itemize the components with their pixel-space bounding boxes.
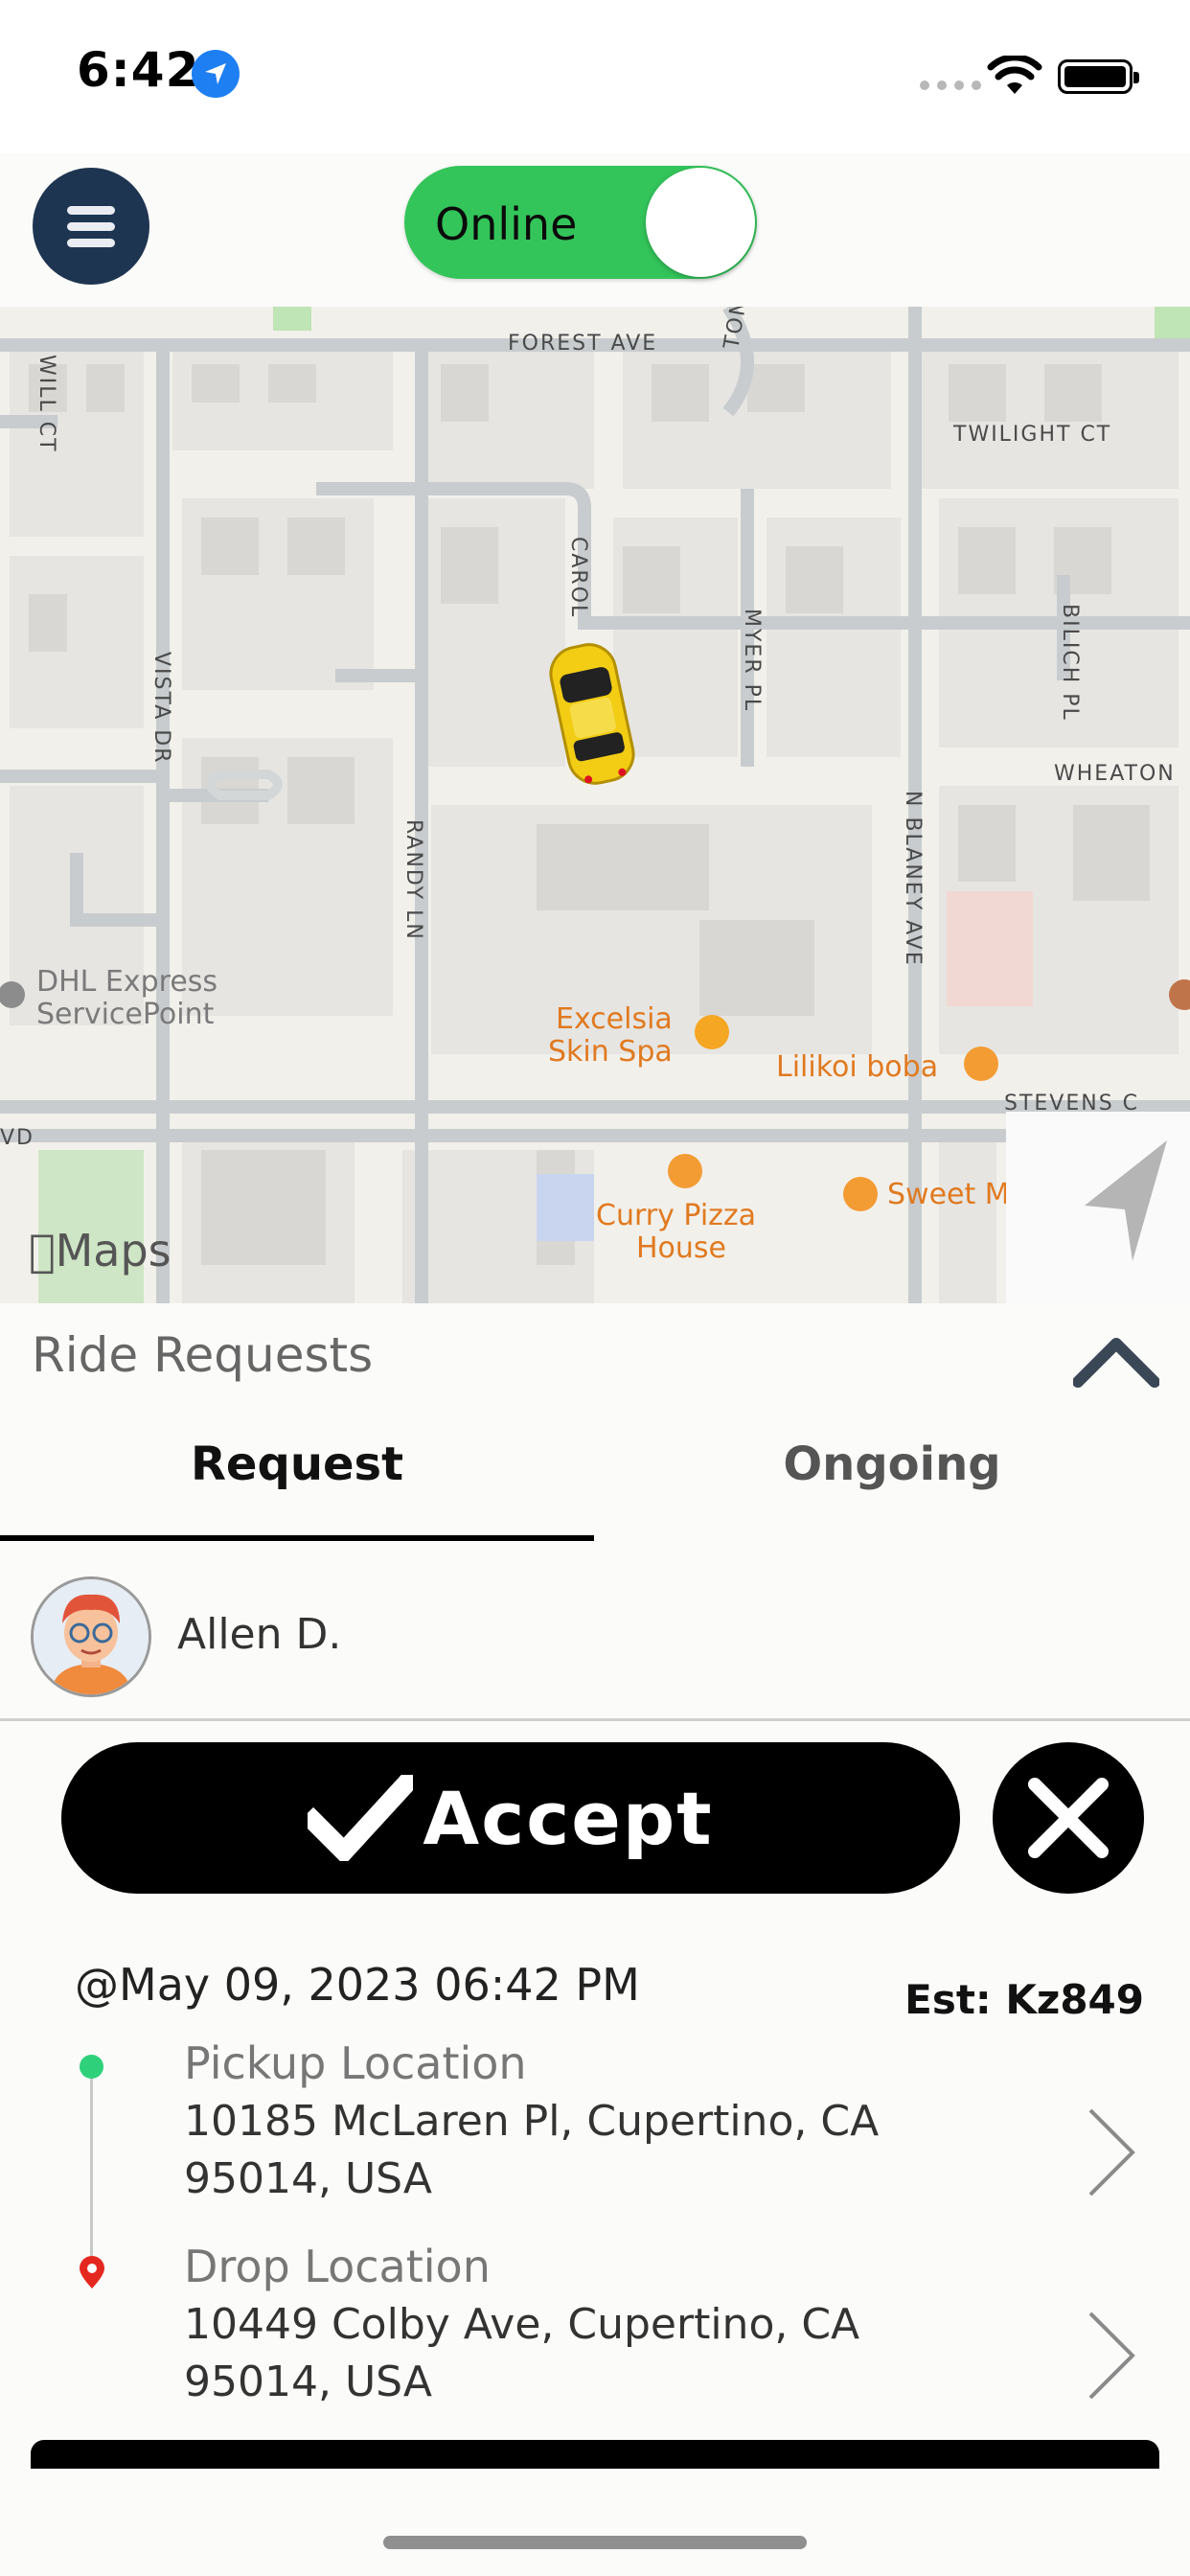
svg-text:WHEATON: WHEATON bbox=[1054, 762, 1176, 786]
accept-button[interactable]: Accept bbox=[61, 1742, 960, 1894]
svg-text:Lilikoi boba: Lilikoi boba bbox=[776, 1050, 938, 1084]
chevron-up-icon[interactable] bbox=[1073, 1332, 1159, 1390]
svg-text:Skin Spa: Skin Spa bbox=[548, 1035, 673, 1069]
drop-address-line1: 10449 Colby Ave, Cupertino, CA bbox=[184, 2300, 860, 2349]
ride-requests-title: Ride Requests bbox=[32, 1327, 374, 1383]
svg-text:Curry Pizza: Curry Pizza bbox=[596, 1199, 756, 1232]
svg-text:WILL CT: WILL CT bbox=[34, 355, 58, 453]
pickup-label: Pickup Location bbox=[184, 2037, 527, 2089]
drop-label: Drop Location bbox=[184, 2241, 491, 2292]
chevron-right-icon[interactable] bbox=[1085, 2308, 1138, 2404]
tab-request[interactable]: Request bbox=[0, 1438, 594, 1491]
pickup-address-line1: 10185 McLaren Pl, Cupertino, CA bbox=[184, 2097, 880, 2146]
svg-text:Sweet M: Sweet M bbox=[887, 1178, 1010, 1211]
tab-ongoing[interactable]: Ongoing bbox=[594, 1438, 1190, 1491]
online-toggle-label: Online bbox=[435, 198, 578, 250]
drop-address-line2: 95014, USA bbox=[184, 2358, 432, 2406]
svg-text:ServicePoint: ServicePoint bbox=[36, 998, 215, 1031]
svg-text:RANDY LN: RANDY LN bbox=[401, 819, 425, 941]
chevron-right-icon[interactable] bbox=[1085, 2104, 1138, 2200]
location-arrow-icon bbox=[192, 50, 240, 98]
bottom-action-bar[interactable] bbox=[31, 2440, 1159, 2469]
rider-row[interactable]: Allen D. bbox=[0, 1543, 1190, 1721]
route-connector bbox=[90, 2070, 93, 2262]
battery-icon bbox=[1058, 59, 1139, 94]
svg-text:BILICH PL: BILICH PL bbox=[1058, 604, 1082, 722]
signal-dots-icon bbox=[920, 80, 981, 90]
svg-text:VD: VD bbox=[0, 1126, 34, 1150]
apple-logo-icon:  bbox=[29, 1225, 56, 1276]
checkmark-icon bbox=[308, 1775, 414, 1861]
accept-label: Accept bbox=[423, 1775, 714, 1861]
taxi-car-icon bbox=[549, 643, 635, 785]
svg-text:TWILIGHT CT: TWILIGHT CT bbox=[952, 423, 1111, 447]
status-bar: 6:42 bbox=[0, 0, 1190, 153]
pickup-dot-icon bbox=[80, 2055, 103, 2079]
wifi-icon bbox=[987, 56, 1042, 94]
menu-button[interactable] bbox=[33, 168, 149, 285]
maps-attribution: Maps bbox=[29, 1225, 172, 1276]
rider-avatar-icon bbox=[34, 1579, 149, 1694]
fare-estimate: Est: Kz849 bbox=[904, 1976, 1144, 2023]
active-tab-indicator bbox=[0, 1535, 594, 1541]
svg-text:MYER PL: MYER PL bbox=[740, 609, 764, 712]
drop-pin-icon bbox=[80, 2256, 104, 2288]
recenter-button[interactable] bbox=[1006, 1112, 1190, 1303]
svg-text:CAROL: CAROL bbox=[566, 537, 590, 618]
online-toggle-knob[interactable] bbox=[646, 168, 755, 277]
svg-text:N BLANEY AVE: N BLANEY AVE bbox=[901, 791, 925, 967]
close-icon bbox=[1028, 1778, 1109, 1858]
home-indicator[interactable] bbox=[383, 2536, 807, 2549]
street-label: FOREST AVE bbox=[508, 332, 657, 356]
map-view[interactable]: FOREST AVE WILL CT TONI CT TWILIGHT CT C… bbox=[0, 307, 1190, 1303]
reject-button[interactable] bbox=[993, 1742, 1144, 1894]
avatar bbox=[31, 1576, 151, 1697]
ride-datetime: @May 09, 2023 06:42 PM bbox=[75, 1959, 640, 2011]
svg-text:DHL Express: DHL Express bbox=[36, 965, 217, 999]
navigation-arrow-icon bbox=[1085, 1140, 1167, 1261]
status-time: 6:42 bbox=[77, 42, 200, 98]
rider-name: Allen D. bbox=[177, 1610, 342, 1659]
svg-text:VISTA DR: VISTA DR bbox=[149, 652, 173, 765]
online-toggle[interactable]: Online bbox=[404, 166, 757, 279]
pickup-address-line2: 95014, USA bbox=[184, 2154, 432, 2203]
svg-text:House: House bbox=[636, 1231, 726, 1265]
svg-text:Excelsia: Excelsia bbox=[556, 1002, 673, 1036]
